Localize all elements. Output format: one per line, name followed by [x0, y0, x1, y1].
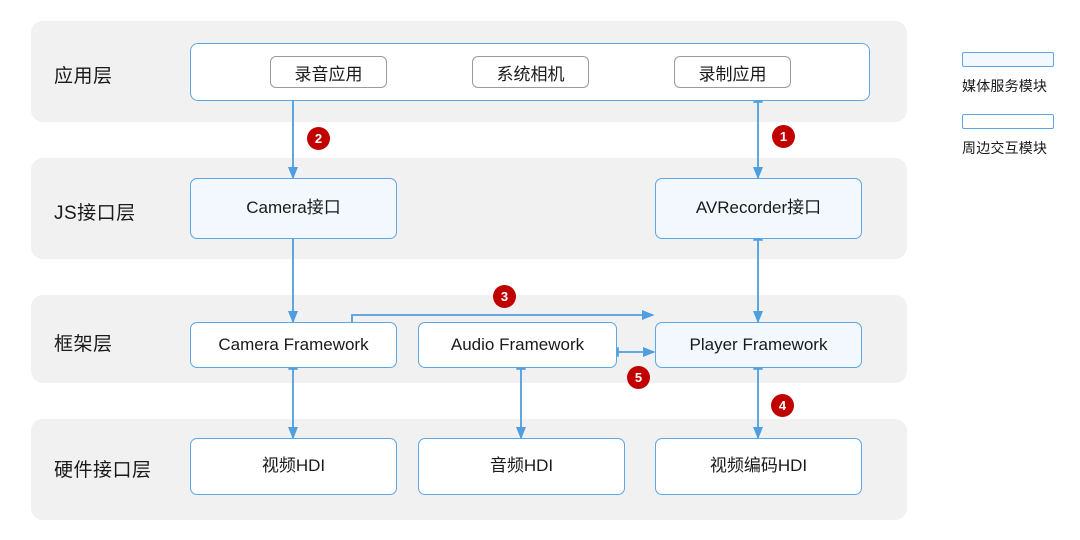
- node-camera-api[interactable]: Camera接口: [190, 178, 397, 239]
- step-badge-2: 2: [307, 127, 330, 150]
- layer-label-app: 应用层: [54, 66, 113, 87]
- node-avrecorder-api[interactable]: AVRecorder接口: [655, 178, 862, 239]
- app-chip-system-camera[interactable]: 系统相机: [472, 56, 589, 88]
- legend: 媒体服务模块 周边交互模块: [962, 52, 1066, 176]
- app-chip-voice-recorder[interactable]: 录音应用: [270, 56, 387, 88]
- layer-label-hardware: 硬件接口层: [54, 460, 152, 481]
- step-badge-4: 4: [771, 394, 794, 417]
- layer-label-framework: 框架层: [54, 334, 113, 355]
- legend-item-media-service: 媒体服务模块: [962, 52, 1066, 96]
- layer-label-js: JS接口层: [54, 203, 136, 224]
- architecture-diagram: 应用层 JS接口层 框架层 硬件接口层 录音应用 系统相机 录制应用 Camer…: [0, 0, 1080, 540]
- node-camera-framework[interactable]: Camera Framework: [190, 322, 397, 368]
- step-badge-1: 1: [772, 125, 795, 148]
- legend-item-peripheral: 周边交互模块: [962, 114, 1066, 158]
- node-audio-framework[interactable]: Audio Framework: [418, 322, 617, 368]
- node-audio-hdi[interactable]: 音频HDI: [418, 438, 625, 495]
- legend-label-media-service: 媒体服务模块: [962, 78, 1048, 94]
- node-player-framework[interactable]: Player Framework: [655, 322, 862, 368]
- step-badge-5: 5: [627, 366, 650, 389]
- legend-swatch-peripheral: [962, 114, 1054, 129]
- node-video-encode-hdi[interactable]: 视频编码HDI: [655, 438, 862, 495]
- node-video-hdi[interactable]: 视频HDI: [190, 438, 397, 495]
- legend-label-peripheral: 周边交互模块: [962, 140, 1048, 156]
- step-badge-3: 3: [493, 285, 516, 308]
- app-chip-screen-recorder[interactable]: 录制应用: [674, 56, 791, 88]
- legend-swatch-media-service: [962, 52, 1054, 67]
